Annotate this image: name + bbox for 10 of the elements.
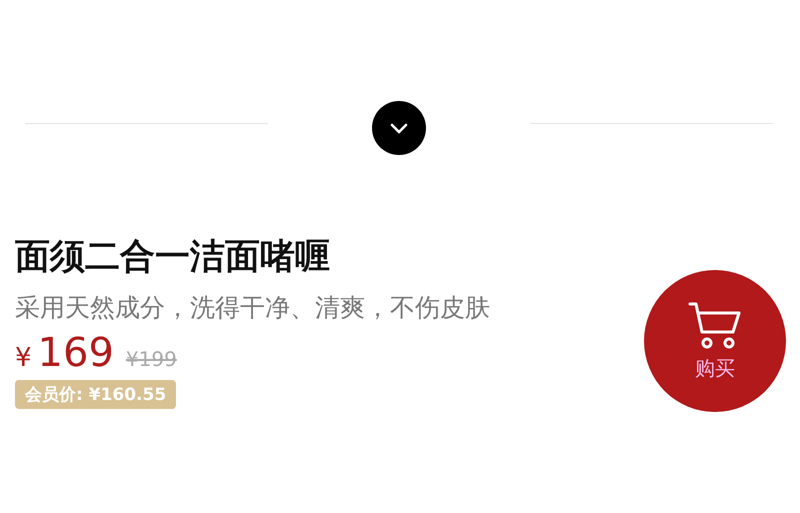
price: 169 [38, 330, 114, 376]
expand-button[interactable] [372, 101, 426, 155]
member-price-tag: 会员价: ¥160.55 [15, 380, 176, 409]
buy-button[interactable]: 购买 [644, 270, 786, 412]
original-price: ¥199 [126, 347, 177, 371]
shopping-cart-icon [687, 300, 743, 350]
product-title: 面须二合一洁面啫喱 [15, 236, 331, 278]
chevron-down-icon [390, 122, 408, 134]
currency-symbol: ¥ [15, 343, 32, 373]
product-description: 采用天然成分，洗得干净、清爽，不伤皮肤 [15, 292, 490, 324]
